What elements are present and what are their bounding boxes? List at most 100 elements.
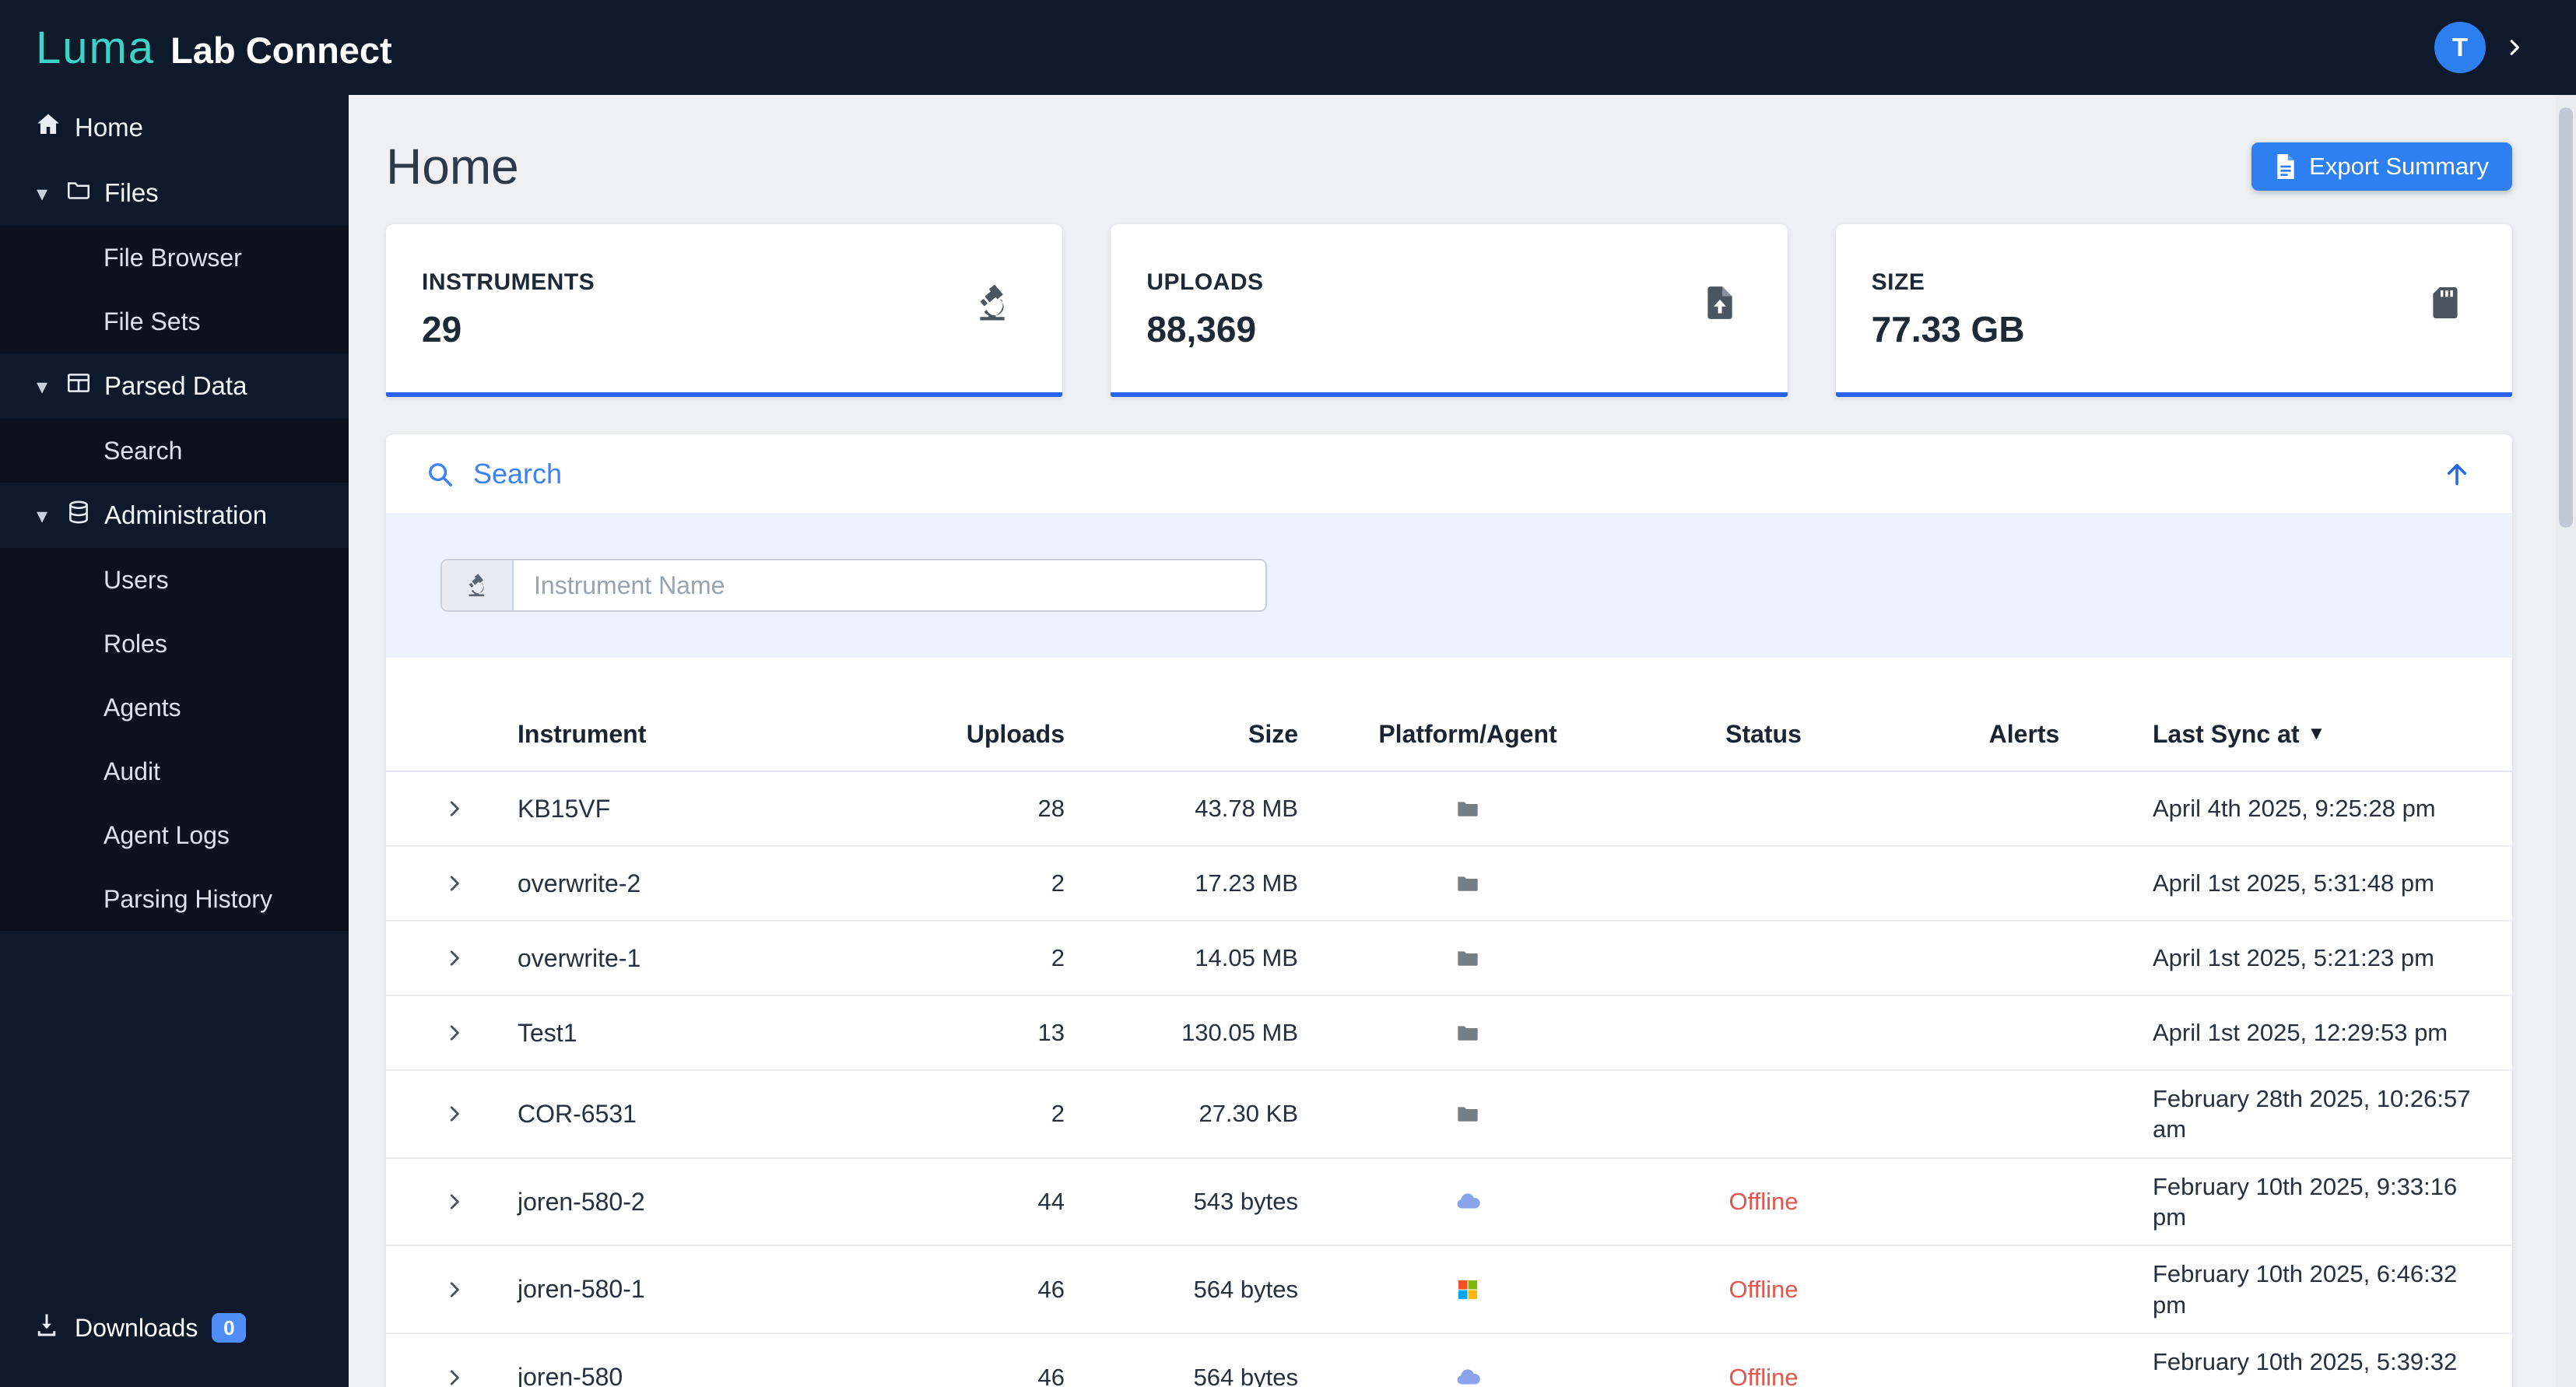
sidebar-group-parsed-data[interactable]: ▾ Parsed Data [0, 353, 349, 419]
sd-card-icon [2427, 282, 2464, 328]
platform-agent-cell [1304, 1189, 1631, 1215]
size-value: 27.30 KB [1199, 1100, 1298, 1128]
size-value: 130.05 MB [1181, 1019, 1298, 1046]
table-row[interactable]: Test1 13 130.05 MB April 1st 2025, 12:29… [386, 996, 2512, 1071]
sidebar-item-parsing-history[interactable]: Parsing History [0, 867, 349, 931]
column-header-instrument[interactable]: Instrument [495, 720, 892, 749]
last-sync: February 10th 2025, 5:39:32 pm [2153, 1348, 2458, 1387]
downloads-button[interactable]: Downloads 0 [0, 1289, 349, 1367]
stat-label: UPLOADS [1146, 269, 1264, 295]
sidebar-item-users[interactable]: Users [0, 548, 349, 612]
last-sync: April 1st 2025, 12:29:53 pm [2153, 1019, 2448, 1047]
size-value: 564 bytes [1193, 1363, 1298, 1387]
column-header-uploads[interactable]: Uploads [892, 720, 1079, 749]
database-icon [65, 499, 92, 532]
last-sync: February 10th 2025, 9:33:16 pm [2153, 1172, 2458, 1231]
uploads-count: 13 [1037, 1019, 1065, 1046]
sidebar-item-audit[interactable]: Audit [0, 739, 349, 803]
sidebar-group-label: Administration [104, 500, 268, 529]
scrollbar-thumb[interactable] [2559, 107, 2573, 528]
stat-value: 77.33 GB [1871, 309, 2025, 349]
top-bar: Luma Lab Connect T [0, 0, 2576, 95]
uploads-count: 28 [1037, 795, 1065, 822]
microscope-icon [442, 560, 514, 610]
expand-row-icon[interactable] [443, 946, 466, 970]
expand-row-icon[interactable] [443, 1278, 466, 1301]
column-header-platform-agent[interactable]: Platform/Agent [1304, 720, 1631, 749]
export-summary-button[interactable]: Export Summary [2251, 142, 2512, 191]
last-sync: April 4th 2025, 9:25:28 pm [2153, 795, 2436, 823]
instrument-name: COR-6531 [518, 1099, 637, 1128]
instrument-name-input[interactable] [514, 560, 1265, 610]
column-header-status[interactable]: Status [1631, 720, 1896, 749]
last-sync: February 28th 2025, 10:26:57 am [2153, 1085, 2471, 1143]
platform-agent-cell [1304, 1277, 1631, 1302]
sidebar-item-home[interactable]: Home [0, 95, 349, 160]
column-header-last-sync[interactable]: Last Sync at ▼ [2153, 718, 2512, 750]
sidebar-item-roles[interactable]: Roles [0, 612, 349, 676]
caret-down-icon: ▾ [36, 503, 48, 528]
uploads-count: 46 [1037, 1275, 1065, 1303]
instrument-name: Test1 [518, 1018, 577, 1047]
stat-card-size: SIZE 77.33 GB [1835, 224, 2512, 397]
stat-value: 29 [422, 309, 462, 349]
expand-row-icon[interactable] [443, 797, 466, 820]
filter-area [386, 513, 2512, 658]
sidebar-group-label: Parsed Data [104, 371, 247, 400]
stat-label: SIZE [1871, 269, 1925, 295]
stat-value: 88,369 [1146, 309, 1257, 349]
instrument-name: overwrite-2 [518, 869, 641, 897]
avatar[interactable]: T [2434, 22, 2486, 73]
expand-row-icon[interactable] [443, 1102, 466, 1125]
chevron-right-icon[interactable] [2503, 36, 2526, 59]
collapse-up-icon[interactable] [2442, 459, 2472, 489]
downloads-label: Downloads [75, 1313, 198, 1342]
table-row[interactable]: joren-580 46 564 bytes Offline February … [386, 1334, 2512, 1387]
download-icon [33, 1311, 61, 1345]
scrollbar-track[interactable] [2556, 95, 2576, 1387]
sidebar: Home ▾ Files File Browser File Sets ▾ Pa… [0, 95, 349, 1387]
search-icon [425, 459, 454, 489]
expand-row-icon[interactable] [443, 1190, 466, 1213]
table-row[interactable]: overwrite-2 2 17.23 MB April 1st 2025, 5… [386, 847, 2512, 922]
home-icon [34, 111, 62, 145]
instrument-name-input-group [440, 559, 1267, 612]
sidebar-item-search[interactable]: Search [0, 419, 349, 483]
size-value: 14.05 MB [1195, 944, 1298, 971]
instrument-name: joren-580-1 [518, 1275, 645, 1304]
sidebar-group-files[interactable]: ▾ Files [0, 160, 349, 226]
table-row[interactable]: KB15VF 28 43.78 MB April 4th 2025, 9:25:… [386, 772, 2512, 847]
instrument-name: overwrite-1 [518, 943, 641, 972]
sort-desc-icon: ▼ [2307, 723, 2326, 745]
main-content: Home Export Summary INSTRUMENTS 29 UPLOA… [349, 95, 2576, 1387]
instrument-name: joren-580 [518, 1363, 623, 1387]
table-icon [65, 370, 92, 402]
column-header-label: Last Sync at [2153, 720, 2300, 749]
sidebar-group-label: Files [104, 178, 159, 207]
sidebar-item-file-sets[interactable]: File Sets [0, 290, 349, 353]
last-sync: February 10th 2025, 6:46:32 pm [2153, 1260, 2458, 1319]
sidebar-item-agent-logs[interactable]: Agent Logs [0, 803, 349, 867]
folder-icon [1455, 1101, 1480, 1126]
instrument-name: KB15VF [518, 794, 611, 823]
table-row[interactable]: overwrite-1 2 14.05 MB April 1st 2025, 5… [386, 922, 2512, 996]
expand-row-icon[interactable] [443, 1366, 466, 1387]
sidebar-item-agents[interactable]: Agents [0, 676, 349, 739]
platform-agent-cell [1304, 1020, 1631, 1045]
table-row[interactable]: joren-580-1 46 564 bytes Offline Februar… [386, 1246, 2512, 1335]
platform-agent-cell [1304, 796, 1631, 821]
platform-agent-cell [1304, 946, 1631, 971]
expand-row-icon[interactable] [443, 1021, 466, 1045]
expand-row-icon[interactable] [443, 872, 466, 895]
column-header-size[interactable]: Size [1079, 720, 1304, 749]
column-header-alerts[interactable]: Alerts [1896, 720, 2153, 749]
table-row[interactable]: joren-580-2 44 543 bytes Offline Februar… [386, 1159, 2512, 1247]
search-results-panel: Search Instrument Uploads Size Platform/… [386, 434, 2512, 1387]
sidebar-item-file-browser[interactable]: File Browser [0, 226, 349, 290]
caret-down-icon: ▾ [36, 374, 48, 399]
uploads-count: 2 [1051, 1100, 1065, 1128]
sidebar-group-administration[interactable]: ▾ Administration [0, 483, 349, 548]
uploads-count: 46 [1037, 1363, 1065, 1387]
table-row[interactable]: COR-6531 2 27.30 KB February 28th 2025, … [386, 1071, 2512, 1159]
table-body: KB15VF 28 43.78 MB April 4th 2025, 9:25:… [386, 772, 2512, 1387]
